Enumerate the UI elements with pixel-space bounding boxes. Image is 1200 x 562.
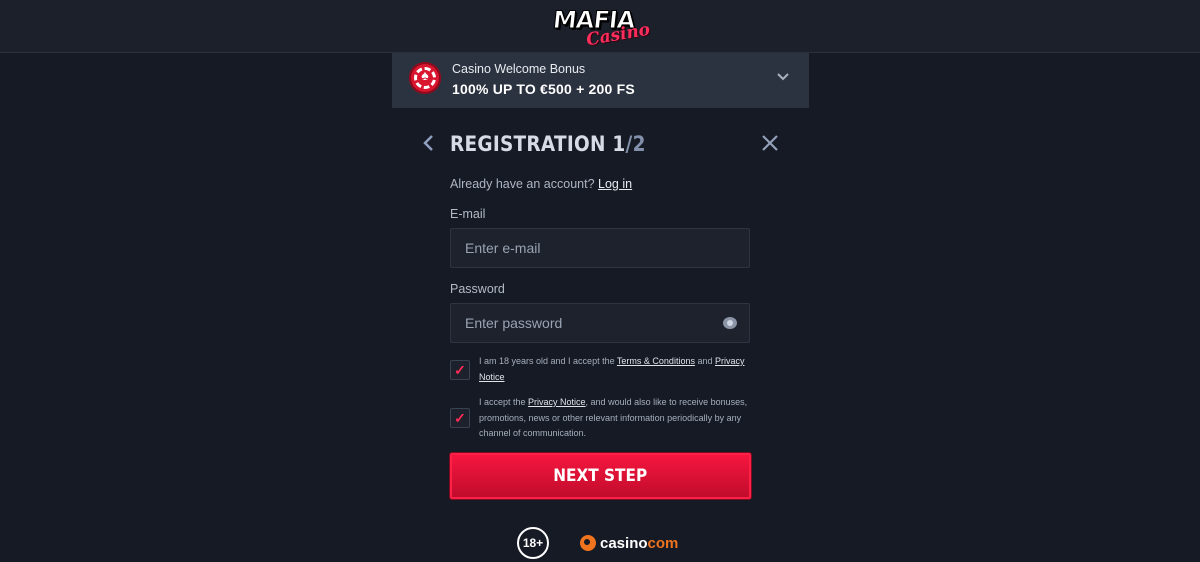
terms-text-and: and — [694, 356, 715, 366]
terms-link[interactable]: Terms & Conditions — [617, 356, 695, 366]
login-link[interactable]: Log in — [598, 177, 632, 191]
marketing-checkbox[interactable]: ✓ — [450, 408, 470, 428]
title-total: /2 — [625, 132, 646, 156]
age-restriction-badge: 18+ — [517, 527, 549, 559]
marketing-text: I accept the Privacy Notice, and would a… — [479, 395, 751, 442]
marketing-text-before: I accept the — [479, 397, 529, 407]
email-label: E-mail — [450, 207, 486, 221]
chevron-down-icon[interactable] — [774, 69, 792, 87]
terms-text: I am 18 years old and I accept the Terms… — [479, 354, 751, 385]
top-bar: MAFIA Casino — [0, 0, 1200, 53]
password-field-wrapper — [450, 303, 750, 343]
back-icon[interactable] — [418, 134, 438, 156]
page-title: REGISTRATION 1/2 — [450, 132, 646, 156]
welcome-bonus-banner[interactable]: ♠ Casino Welcome Bonus 100% UP TO €500 +… — [392, 53, 809, 108]
casinocom-icon — [580, 535, 596, 551]
password-label: Password — [450, 282, 505, 296]
brand-right: com — [647, 535, 679, 552]
email-field[interactable] — [451, 229, 749, 267]
already-text: Already have an account? — [450, 177, 595, 191]
mafia-casino-logo[interactable]: MAFIA Casino — [551, 6, 652, 51]
password-field[interactable] — [451, 304, 749, 342]
title-step: REGISTRATION 1 — [450, 132, 626, 156]
terms-checkbox[interactable]: ✓ — [450, 360, 470, 380]
next-step-button[interactable]: NEXT STEP — [450, 453, 751, 499]
login-prompt: Already have an account? Log in — [450, 177, 632, 191]
next-step-label: NEXT STEP — [553, 466, 648, 486]
marketing-privacy-link[interactable]: Privacy Notice — [528, 397, 586, 407]
bonus-title: Casino Welcome Bonus — [452, 62, 586, 76]
show-password-eye-icon[interactable] — [723, 317, 737, 329]
terms-text-before: I am 18 years old and I accept the — [479, 356, 617, 366]
casinocom-logo[interactable]: casinocom — [580, 534, 678, 554]
close-icon[interactable] — [758, 131, 782, 155]
bonus-offer: 100% UP TO €500 + 200 FS — [452, 81, 635, 97]
email-field-wrapper — [450, 228, 750, 268]
brand-left: casino — [600, 535, 648, 552]
poker-chip-icon: ♠ — [409, 62, 441, 94]
